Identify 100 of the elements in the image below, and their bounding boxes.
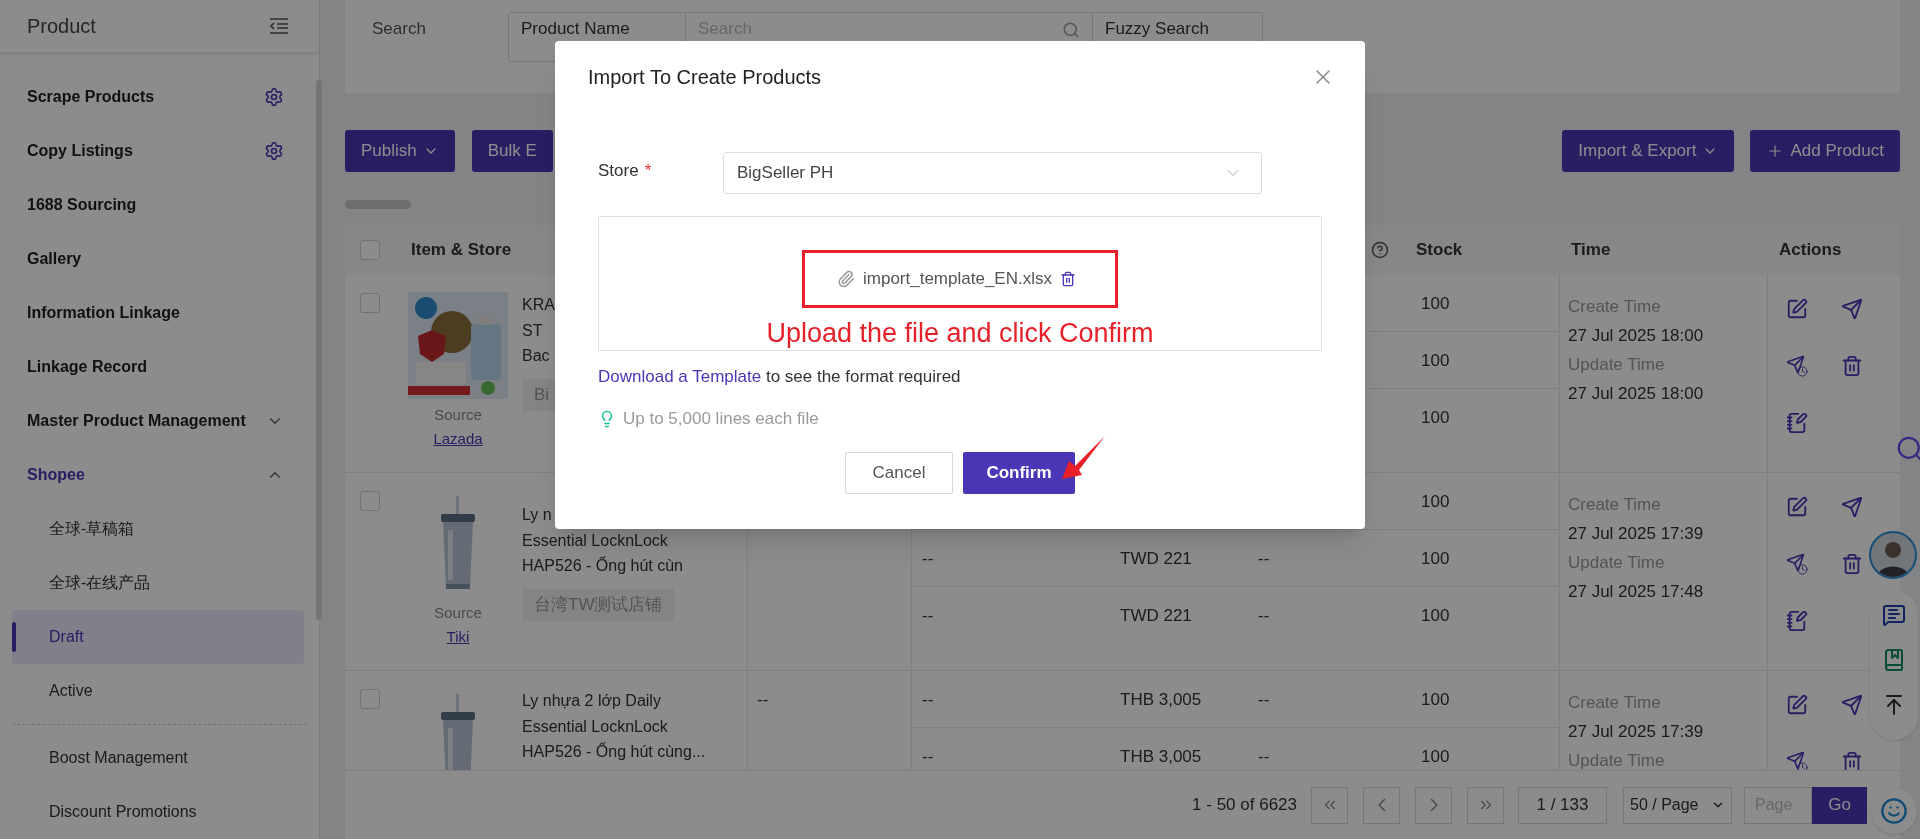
sidebar-item[interactable]: Copy Listings bbox=[0, 124, 319, 178]
time-value: 27 Jul 2025 18:00 bbox=[1568, 383, 1704, 405]
product-title-line: ST bbox=[522, 320, 543, 341]
send-clock-icon[interactable] bbox=[1786, 355, 1808, 377]
sidebar-item[interactable]: 1688 Sourcing bbox=[0, 178, 319, 232]
table-cell: -- bbox=[1258, 690, 1270, 709]
price: TWD 221 bbox=[1120, 549, 1192, 568]
page-size-select[interactable]: 50 / Page bbox=[1623, 786, 1732, 824]
edit-icon[interactable] bbox=[1786, 694, 1808, 716]
search-label: Search bbox=[372, 18, 427, 41]
stock: 100 bbox=[1421, 408, 1450, 427]
trash-icon[interactable] bbox=[1059, 271, 1076, 287]
time-label: Create Time bbox=[1568, 296, 1661, 318]
price: THB 3,005 bbox=[1120, 747, 1202, 766]
note-icon[interactable] bbox=[1786, 412, 1808, 434]
row-checkbox[interactable] bbox=[360, 293, 380, 313]
tip-text: Up to 5,000 lines each file bbox=[623, 408, 819, 430]
send-icon[interactable] bbox=[1841, 496, 1863, 518]
settings-icon[interactable] bbox=[264, 141, 284, 161]
stock: 100 bbox=[1421, 351, 1450, 370]
stock: 100 bbox=[1421, 747, 1450, 766]
toolbar-button[interactable]: Publish bbox=[345, 130, 455, 172]
note-icon[interactable] bbox=[1786, 610, 1808, 632]
source-label: Source bbox=[434, 405, 482, 425]
time-label: Update Time bbox=[1568, 354, 1665, 376]
stock: 100 bbox=[1421, 492, 1450, 511]
time-label: Update Time bbox=[1568, 552, 1665, 574]
product-title-line: Bac bbox=[522, 346, 550, 366]
send-clock-icon[interactable] bbox=[1786, 553, 1808, 575]
stock: 100 bbox=[1421, 606, 1450, 625]
book-icon[interactable] bbox=[1882, 648, 1906, 672]
search-icon[interactable] bbox=[1062, 21, 1080, 39]
column-header: Item & Store bbox=[411, 239, 512, 262]
product-title-line: Essential LocknLock bbox=[522, 530, 668, 551]
sidebar-item[interactable]: Gallery bbox=[0, 232, 319, 286]
table-cell: -- bbox=[922, 549, 934, 568]
time-value: 27 Jul 2025 17:39 bbox=[1568, 523, 1704, 545]
source-link[interactable]: Tiki bbox=[446, 625, 470, 649]
product-title-line: HAP526 - Ống hút cùng... bbox=[522, 741, 706, 762]
sidebar-subitem[interactable]: 全球-草稿箱 bbox=[12, 502, 304, 556]
price: THB 3,005 bbox=[1120, 690, 1202, 709]
send-icon[interactable] bbox=[1841, 694, 1863, 716]
sidebar-subitem[interactable]: 全球-在线产品 bbox=[12, 556, 304, 610]
toolbar-button[interactable]: Import & Export bbox=[1562, 130, 1735, 172]
stock: 100 bbox=[1421, 690, 1450, 709]
edit-icon[interactable] bbox=[1786, 298, 1808, 320]
source-link[interactable]: Lazada bbox=[433, 427, 483, 451]
edit-icon[interactable] bbox=[1786, 496, 1808, 518]
help-icon[interactable] bbox=[1371, 241, 1389, 259]
sidebar-item[interactable]: Information Linkage bbox=[0, 286, 319, 340]
chevron-left-icon bbox=[1377, 798, 1386, 812]
trash-icon[interactable] bbox=[1841, 553, 1863, 575]
sidebar-item[interactable]: Master Product Management bbox=[0, 394, 319, 448]
go-button[interactable]: Go bbox=[1812, 786, 1867, 824]
sidebar-subitem[interactable]: Active bbox=[12, 664, 304, 718]
cancel-button[interactable]: Cancel bbox=[845, 451, 953, 494]
dialog-title: Import To Create Products bbox=[588, 65, 822, 90]
download-hint: Download a Template to see the format required bbox=[598, 366, 962, 388]
sidebar-subitem[interactable]: Draft bbox=[12, 610, 304, 664]
row-checkbox[interactable] bbox=[360, 689, 380, 709]
toolbar-button[interactable]: Add Product bbox=[1750, 130, 1900, 172]
settings-icon[interactable] bbox=[264, 87, 284, 107]
product-title-line: HAP526 - Ống hút cùn bbox=[522, 555, 683, 576]
time-value: 27 Jul 2025 17:48 bbox=[1568, 581, 1704, 603]
store-label: Store bbox=[598, 160, 639, 182]
product-title-line: Essential LocknLock bbox=[522, 716, 668, 737]
send-icon[interactable] bbox=[1841, 298, 1863, 320]
sidebar-subitem[interactable]: Discount Promotions bbox=[12, 785, 304, 839]
time-label: Create Time bbox=[1568, 494, 1661, 516]
table-cell: -- bbox=[757, 690, 769, 709]
sidebar-item[interactable]: Scrape Products bbox=[0, 70, 319, 124]
row-checkbox[interactable] bbox=[360, 491, 380, 511]
paperclip-icon bbox=[837, 270, 855, 288]
sidebar-item[interactable]: Linkage Record bbox=[0, 340, 319, 394]
collapse-icon[interactable] bbox=[269, 18, 289, 34]
time-value: 27 Jul 2025 17:39 bbox=[1568, 721, 1704, 743]
stock: 100 bbox=[1421, 549, 1450, 568]
sidebar-title: Product bbox=[27, 14, 96, 39]
trash-icon[interactable] bbox=[1841, 751, 1863, 770]
table-cell: -- bbox=[1258, 747, 1270, 766]
table-cell: -- bbox=[1258, 606, 1270, 625]
scrollbar-thumb[interactable] bbox=[316, 80, 322, 620]
chat-icon[interactable] bbox=[1882, 603, 1906, 627]
sidebar-subitem[interactable]: Boost Management bbox=[12, 731, 304, 785]
smile-icon bbox=[1880, 797, 1908, 825]
file-name: import_template_EN.xlsx bbox=[863, 268, 1052, 291]
toolbar-button[interactable]: Bulk E bbox=[471, 130, 553, 172]
upload-area[interactable]: import_template_EN.xlsx Upload the file and click Confirm bbox=[598, 216, 1322, 351]
trash-icon[interactable] bbox=[1841, 355, 1863, 377]
download-template-link[interactable]: Download a Template bbox=[598, 367, 762, 386]
scrollbar-thumb[interactable] bbox=[345, 200, 411, 209]
confirm-button[interactable]: Confirm bbox=[963, 451, 1075, 494]
store-select[interactable]: BigSeller PH bbox=[723, 152, 1262, 194]
time-label: Create Time bbox=[1568, 692, 1661, 714]
product-title-line: Ly n bbox=[522, 505, 552, 525]
sidebar-item[interactable]: Shopee bbox=[0, 448, 319, 502]
select-all-checkbox[interactable] bbox=[360, 240, 380, 260]
table-cell: -- bbox=[922, 747, 934, 766]
send-clock-icon[interactable] bbox=[1786, 751, 1808, 770]
column-header: Actions bbox=[1779, 239, 1842, 262]
